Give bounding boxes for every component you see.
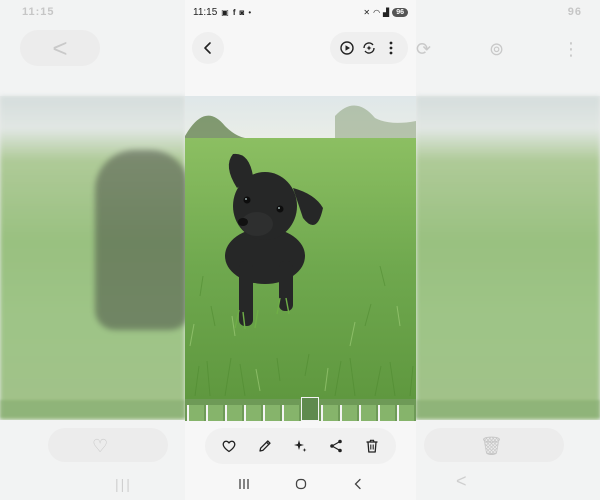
thumbnail-strip[interactable] — [185, 397, 416, 421]
remaster-button[interactable] — [359, 38, 379, 58]
main-photo[interactable] — [185, 96, 416, 399]
ghost-back-nav-icon: < — [456, 471, 467, 491]
ghost-back-button: < — [20, 30, 100, 66]
thumbnail[interactable] — [358, 405, 376, 421]
sparkle-icon — [294, 440, 307, 452]
system-nav-bar — [185, 470, 416, 498]
edit-button[interactable] — [254, 435, 276, 457]
gallery-viewer: 11:15 ▣ f ◙ • ✕ ◠ ▟ 96 — [185, 0, 416, 500]
more-vertical-icon — [389, 41, 393, 55]
back-button[interactable] — [192, 32, 224, 64]
thumbnail[interactable] — [206, 405, 224, 421]
thumbnail[interactable] — [225, 405, 243, 421]
thumbnail[interactable] — [377, 405, 395, 421]
play-circle-icon — [340, 41, 354, 55]
status-left: 11:15 ▣ f ◙ • — [193, 7, 251, 18]
rotate-sparkle-icon — [363, 42, 375, 54]
thumbnail[interactable] — [187, 405, 205, 421]
ghost-status-time: 11:15 — [22, 6, 55, 18]
ghost-photo — [416, 96, 600, 420]
status-bar: 11:15 ▣ f ◙ • ✕ ◠ ▟ 96 — [185, 0, 416, 24]
facebook-notif-icon: f — [232, 7, 236, 17]
recents-icon — [238, 479, 249, 489]
favorite-button[interactable] — [218, 435, 240, 457]
pencil-icon — [259, 440, 271, 452]
ghost-back-icon: < — [52, 32, 68, 63]
trash-icon — [366, 439, 378, 453]
recents-button[interactable] — [231, 472, 257, 496]
top-actions-pill — [330, 32, 408, 64]
mute-icon: ✕ — [363, 7, 371, 17]
thumbnail[interactable] — [244, 405, 262, 421]
screenshot-notif-icon: ▣ — [221, 7, 229, 17]
signal-icon: ▟ — [383, 7, 390, 17]
ghost-trash-icon: 🗑 — [480, 436, 503, 456]
more-options-button[interactable] — [381, 38, 401, 58]
ghost-filmstrip — [416, 400, 600, 418]
ghost-top-icons: ⟳ ⊚ ⋮ — [416, 34, 580, 64]
ghost-status-battery: 96 — [567, 6, 582, 18]
ghost-filmstrip — [0, 400, 185, 418]
ghost-remaster-icon: ⊚ — [489, 38, 505, 59]
thumbnail[interactable] — [263, 405, 281, 421]
heart-icon — [222, 440, 236, 453]
thumbnail[interactable] — [320, 405, 338, 421]
messenger-notif-icon: ◙ — [239, 7, 245, 17]
system-back-button[interactable] — [345, 472, 371, 496]
ghost-heart-icon: ♡ — [92, 436, 109, 456]
puppy-photo-image — [185, 96, 416, 399]
previous-photo-ghost: 11:15 < ♡ ||| — [0, 0, 185, 500]
thumbnail[interactable] — [339, 405, 357, 421]
battery-indicator: 96 — [392, 7, 408, 17]
share-icon — [330, 439, 343, 453]
thumbnail-active[interactable] — [301, 397, 319, 421]
bottom-actions-pill — [205, 428, 396, 464]
viewer-top-bar — [185, 28, 416, 68]
home-button[interactable] — [288, 472, 314, 496]
home-icon — [295, 478, 306, 490]
next-photo-ghost: 96 ⟳ ⊚ ⋮ 🗑 < — [416, 0, 600, 500]
thumbnail[interactable] — [282, 405, 300, 421]
wifi-icon: ◠ — [373, 7, 381, 17]
thumbnail[interactable] — [396, 405, 414, 421]
ghost-play-icon: ⟳ — [416, 38, 432, 59]
back-arrow-icon — [204, 42, 211, 54]
ghost-more-icon: ⋮ — [562, 38, 580, 59]
share-button[interactable] — [325, 435, 347, 457]
effects-button[interactable] — [289, 435, 311, 457]
status-right: ✕ ◠ ▟ 96 — [363, 7, 408, 17]
status-time: 11:15 — [193, 6, 218, 18]
ghost-recents-icon: ||| — [115, 476, 132, 492]
slideshow-button[interactable] — [337, 38, 357, 58]
back-chevron-icon — [354, 478, 361, 490]
delete-button[interactable] — [361, 435, 383, 457]
more-notif-dot: • — [248, 7, 252, 17]
ghost-dog-shape — [95, 150, 185, 330]
